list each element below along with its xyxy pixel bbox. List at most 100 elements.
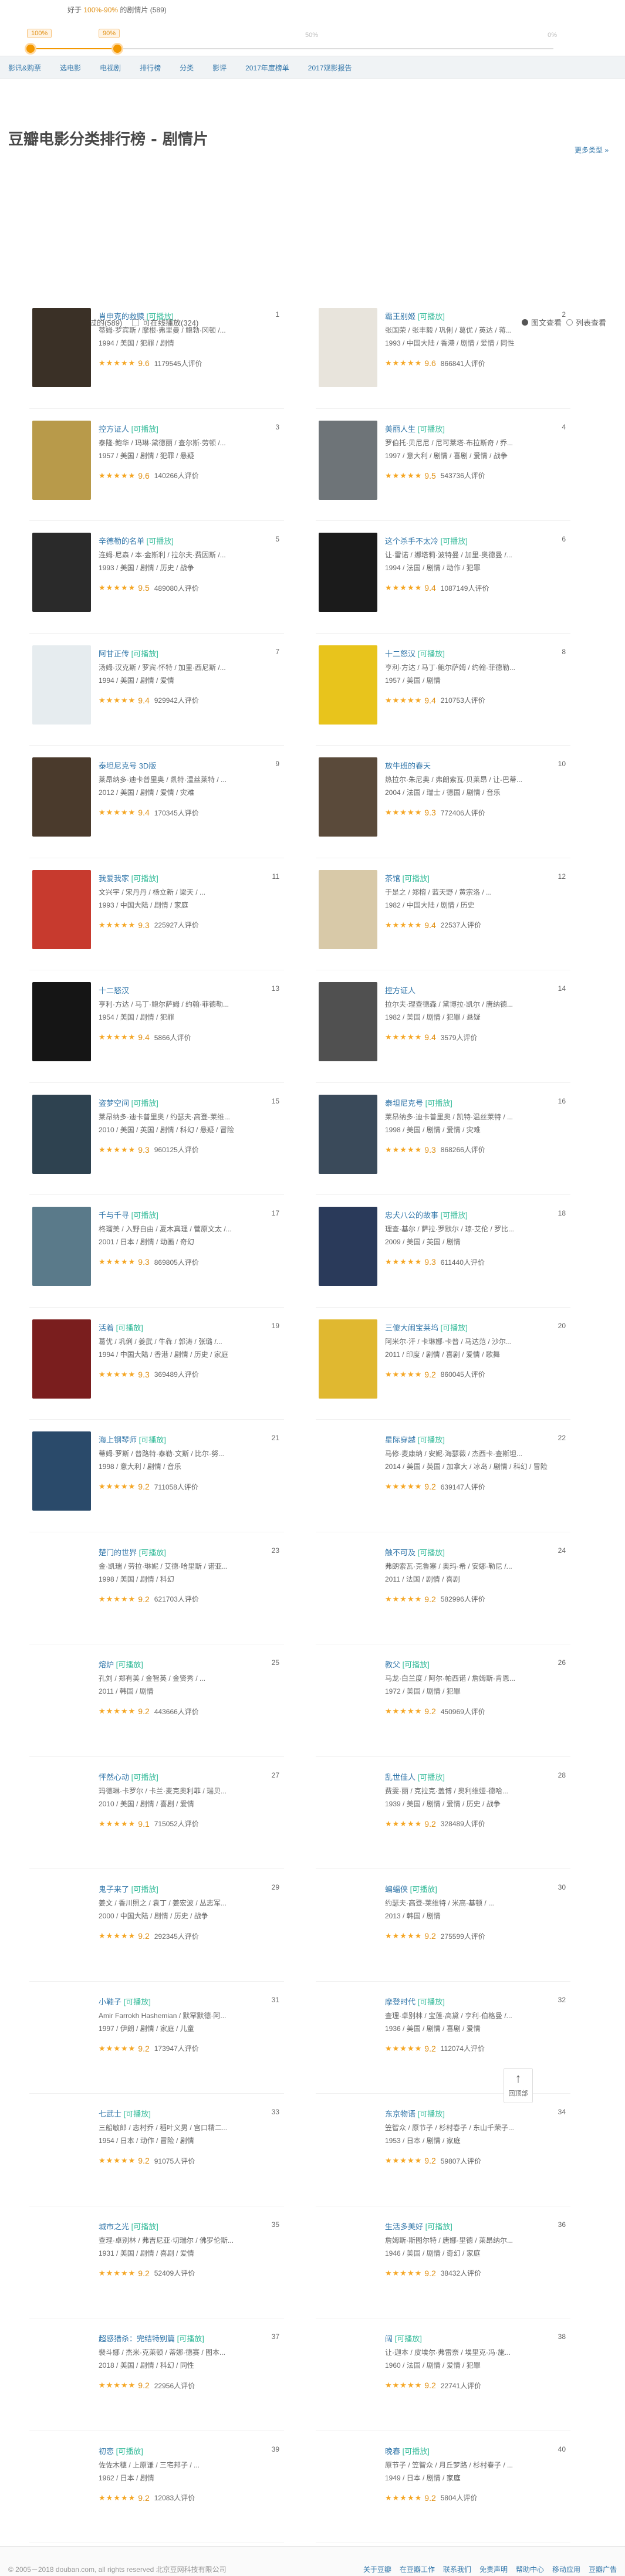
movie-poster[interactable] xyxy=(32,1431,91,1511)
movie-title[interactable]: 阔 xyxy=(385,2334,393,2343)
movie-title[interactable]: 泰坦尼克号 xyxy=(385,1099,423,1108)
movie-title[interactable]: 辛德勒的名单 xyxy=(99,537,144,546)
footer-links: 关于豆瓣 在豆瓣工作 联系我们 免责声明 帮助中心 移动应用 豆瓣广告 xyxy=(355,2564,617,2574)
footer-link[interactable]: 免责声明 xyxy=(479,2565,508,2574)
movie-title[interactable]: 晚春 xyxy=(385,2447,400,2456)
movie-title[interactable]: 活着 xyxy=(99,1323,114,1332)
movie-info: 泰坦尼克号 3D版 莱昂纳多·迪卡普里奥 / 凯特·温丝莱特 / ... 2012… xyxy=(99,760,278,818)
movie-title[interactable]: 超感猎杀：完结特别篇 xyxy=(99,2334,175,2343)
movie-poster[interactable] xyxy=(319,1094,377,1174)
movie-poster[interactable] xyxy=(319,1319,377,1399)
movie-title[interactable]: 霸王别姬 xyxy=(385,312,415,321)
movie-actors: 泰隆·鲍华 / 玛琳·黛德丽 / 查尔斯·劳顿 /... xyxy=(99,438,226,447)
percentile-slider[interactable]: 100% 90% 50% 0% xyxy=(25,29,557,55)
movie-title[interactable]: 小鞋子 xyxy=(99,1998,121,2006)
nav-item[interactable]: 选电影 xyxy=(60,63,81,73)
playable-tag: [可播放] xyxy=(417,1772,445,1782)
back-to-top-button[interactable]: ↑ 回顶部 xyxy=(504,2068,533,2103)
movie-poster[interactable] xyxy=(319,533,377,612)
movie-poster[interactable] xyxy=(319,420,377,500)
movie-title[interactable]: 美丽人生 xyxy=(385,425,415,434)
footer-link[interactable]: 联系我们 xyxy=(443,2565,471,2574)
movie-poster[interactable] xyxy=(32,420,91,500)
movie-poster[interactable] xyxy=(32,982,91,1061)
movie-poster[interactable] xyxy=(32,645,91,725)
nav-item[interactable]: 影评 xyxy=(212,63,227,73)
movie-title[interactable]: 这个杀手不太冷 xyxy=(385,537,438,546)
movie-poster[interactable] xyxy=(32,533,91,612)
movie-poster[interactable] xyxy=(32,1094,91,1174)
footer-link[interactable]: 关于豆瓣 xyxy=(363,2565,391,2574)
footer-link[interactable]: 在豆瓣工作 xyxy=(400,2565,435,2574)
movie-title[interactable]: 教父 xyxy=(385,1660,400,1669)
movie-title[interactable]: 生活多美好 xyxy=(385,2222,423,2231)
movie-title-line: 放牛班的春天 xyxy=(385,760,565,771)
movie-votes: 22741人评价 xyxy=(440,2381,482,2390)
movie-poster[interactable] xyxy=(319,308,377,387)
nav-item[interactable]: 2017观影报告 xyxy=(308,63,352,73)
movie-rank: 6 xyxy=(562,535,566,543)
movie-title[interactable]: 鬼子来了 xyxy=(99,1885,129,1894)
list-view-label[interactable]: 列表查看 xyxy=(576,317,606,328)
movie-title[interactable]: 熔炉 xyxy=(99,1660,114,1669)
movie-title[interactable]: 千与千寻 xyxy=(99,1211,129,1220)
movie-title-line: 泰坦尼克号 3D版 xyxy=(99,760,278,771)
footer-link[interactable]: 帮助中心 xyxy=(516,2565,544,2574)
nav-item[interactable]: 影讯&购票 xyxy=(8,63,41,73)
movie-title[interactable]: 阿甘正传 xyxy=(99,649,129,658)
nav-item[interactable]: 2017年度榜单 xyxy=(245,63,289,73)
footer-link[interactable]: 豆瓣广告 xyxy=(589,2565,617,2574)
movie-title[interactable]: 乱世佳人 xyxy=(385,1773,415,1782)
movie-title[interactable]: 控方证人 xyxy=(99,425,129,434)
playable-tag: [可播放] xyxy=(417,649,445,658)
movie-title[interactable]: 忠犬八公的故事 xyxy=(385,1211,438,1220)
movie-title[interactable]: 三傻大闹宝莱坞 xyxy=(385,1323,438,1332)
slider-handle-left[interactable] xyxy=(25,43,36,55)
movie-title[interactable]: 放牛班的春天 xyxy=(385,761,431,770)
playable-tag: [可播放] xyxy=(440,1211,468,1220)
movie-title[interactable]: 海上钢琴师 xyxy=(99,1436,137,1444)
movie-item: 三傻大闹宝莱坞 [可播放] 阿米尔·汗 / 卡琳娜·卡普 / 马达范 / 沙尔..… xyxy=(316,1308,570,1420)
movie-poster[interactable] xyxy=(32,308,91,387)
movie-poster[interactable] xyxy=(319,757,377,837)
movie-title[interactable]: 摩登时代 xyxy=(385,1998,415,2006)
movie-title[interactable]: 星际穿越 xyxy=(385,1436,415,1444)
more-types-link[interactable]: 更多类型 » xyxy=(575,145,609,155)
movie-title[interactable]: 蝙蝠侠 xyxy=(385,1885,408,1894)
footer-link[interactable]: 移动应用 xyxy=(552,2565,580,2574)
movie-poster[interactable] xyxy=(32,1319,91,1399)
movie-poster[interactable] xyxy=(319,1207,377,1286)
movie-title[interactable]: 怦然心动 xyxy=(99,1773,129,1782)
movie-title[interactable]: 泰坦尼克号 3D版 xyxy=(99,761,156,770)
movie-poster[interactable] xyxy=(319,869,377,949)
movie-title[interactable]: 我爱我家 xyxy=(99,874,129,883)
star-rating-icon: ★★★★★ xyxy=(99,2381,136,2390)
movie-title[interactable]: 初恋 xyxy=(99,2447,114,2456)
nav-item[interactable]: 排行榜 xyxy=(140,63,161,73)
movie-title[interactable]: 控方证人 xyxy=(385,986,415,995)
movie-title[interactable]: 七武士 xyxy=(99,2110,121,2118)
movie-title[interactable]: 肖申克的救赎 xyxy=(99,312,144,321)
movie-poster[interactable] xyxy=(32,757,91,837)
movie-actors: 金·凯瑞 / 劳拉·琳妮 / 艾德·哈里斯 / 诺亚... xyxy=(99,1562,228,1570)
star-rating-icon: ★★★★★ xyxy=(385,2268,423,2277)
movie-poster[interactable] xyxy=(319,645,377,725)
movie-title[interactable]: 十二怒汉 xyxy=(385,649,415,658)
slider-handle-right[interactable] xyxy=(112,43,123,55)
movie-poster[interactable] xyxy=(319,982,377,1061)
playable-tag: [可播放] xyxy=(410,1885,437,1894)
movie-item: 放牛班的春天 热拉尔·朱尼奥 / 弗朗索瓦·贝莱昂 / 让-巴蒂... 2004 … xyxy=(316,746,570,858)
movie-title[interactable]: 东京物语 xyxy=(385,2110,415,2118)
nav-item[interactable]: 电视剧 xyxy=(100,63,121,73)
movie-title[interactable]: 盗梦空间 xyxy=(99,1099,129,1108)
nav-item[interactable]: 分类 xyxy=(180,63,194,73)
movie-title[interactable]: 城市之光 xyxy=(99,2222,129,2231)
movie-actors: 裴斗娜 / 杰米·克莱顿 / 蒂娜·德赛 / 图本... xyxy=(99,2348,226,2357)
movie-title[interactable]: 触不可及 xyxy=(385,1548,415,1557)
movie-title[interactable]: 茶馆 xyxy=(385,874,400,883)
movie-rating: ★★★★★ 9.2 582996人评价 xyxy=(385,1594,565,1604)
movie-title[interactable]: 楚门的世界 xyxy=(99,1548,137,1557)
movie-poster[interactable] xyxy=(32,1207,91,1286)
movie-title[interactable]: 十二怒汉 xyxy=(99,986,129,995)
movie-poster[interactable] xyxy=(32,869,91,949)
